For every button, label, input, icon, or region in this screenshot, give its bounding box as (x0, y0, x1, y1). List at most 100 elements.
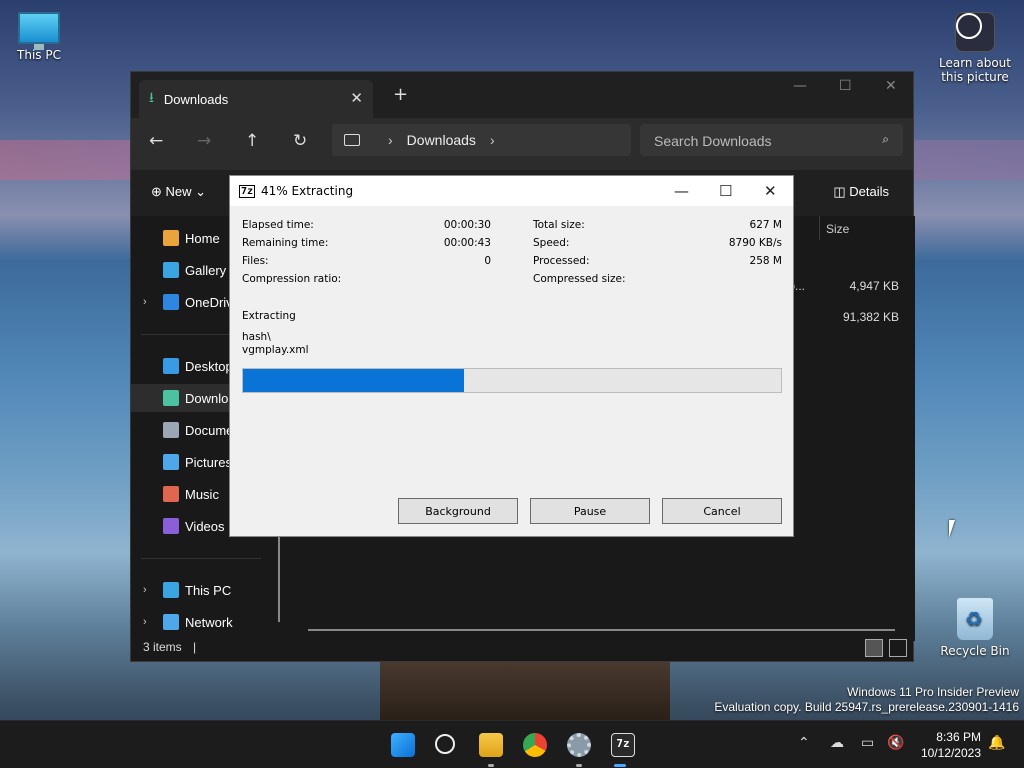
background-button[interactable]: Background (398, 498, 518, 524)
monitor-icon (18, 12, 60, 50)
tab-title: Downloads (163, 91, 229, 107)
processed-label: Processed: (533, 255, 590, 267)
pictures-icon (163, 454, 179, 470)
sidebar-divider (141, 558, 261, 559)
search-icon[interactable] (435, 734, 455, 754)
expand-chevron-icon[interactable]: › (143, 296, 147, 308)
operation-status: Extracting (242, 310, 296, 322)
files-value: 0 (484, 255, 491, 267)
search-input[interactable]: Search Downloads (640, 124, 903, 156)
clock-time: 8:36 PM (936, 730, 981, 744)
elapsed-time-label: Elapsed time: (242, 219, 314, 231)
new-button[interactable]: ⊕ New ⌄ (151, 184, 206, 200)
7zip-taskbar-icon[interactable]: 7z (611, 733, 635, 757)
computer-icon (344, 134, 360, 146)
onedrive-status-icon[interactable]: ☁ (830, 735, 844, 751)
network-icon (163, 614, 179, 630)
search-icon[interactable]: ⌕ (882, 132, 889, 147)
refresh-icon[interactable]: ↻ (293, 131, 307, 151)
compression-ratio-label: Compression ratio: (242, 273, 342, 285)
expand-chevron-icon[interactable]: › (143, 584, 147, 596)
forward-arrow-icon[interactable]: → (197, 131, 211, 151)
files-label: Files: (242, 255, 269, 267)
download-icon: ⭳ (149, 89, 154, 105)
tiles-view-icon[interactable] (889, 639, 907, 657)
minimize-icon[interactable]: — (793, 78, 807, 94)
current-file: vgmplay.xml (242, 344, 309, 356)
desktop-icon-label: Learn about this picture (939, 56, 1011, 84)
sidebar-item-label: Home (185, 230, 220, 246)
minimize-icon[interactable]: — (674, 182, 689, 200)
close-window-icon[interactable]: ✕ (885, 78, 897, 94)
sidebar-item-label: Videos (185, 518, 225, 534)
column-header-size[interactable]: Size (819, 216, 905, 240)
start-icon[interactable] (391, 733, 415, 757)
notification-bell-icon[interactable]: 🔔 (988, 735, 1005, 751)
home-icon (163, 230, 179, 246)
address-bar[interactable]: › Downloads › (332, 124, 631, 156)
navigation-bar: ← → ↑ ↻ › Downloads › Search Downloads ⌕ (131, 118, 913, 170)
gallery-icon (163, 262, 179, 278)
chrome-icon[interactable] (523, 733, 547, 757)
pause-button[interactable]: Pause (530, 498, 650, 524)
watermark-build: Evaluation copy. Build 25947.rs_prerelea… (714, 700, 1019, 714)
item-count: 3 items (143, 640, 182, 654)
close-icon[interactable]: ✕ (764, 182, 777, 200)
total-size-value: 627 M (749, 219, 782, 231)
maximize-icon[interactable]: ☐ (719, 182, 732, 200)
chevron-up-icon[interactable]: ⌃ (798, 735, 810, 751)
sidebar-item-label: Desktop (185, 358, 233, 374)
evaluation-watermark: Windows 11 Pro Insider Preview Evaluatio… (714, 685, 1019, 715)
speed-value: 8790 KB/s (728, 237, 782, 249)
chevron-right-icon[interactable]: › (490, 132, 495, 148)
remaining-time-value: 00:00:43 (443, 237, 491, 249)
chevron-right-icon[interactable]: › (388, 132, 393, 148)
sidebar-item-this-pc[interactable]: › This PC (131, 576, 281, 604)
view-buttons (865, 639, 907, 657)
file-explorer-icon[interactable] (479, 733, 503, 757)
music-icon (163, 486, 179, 502)
close-tab-icon[interactable]: ✕ (350, 89, 363, 107)
sidebar-item-label: Network (185, 614, 233, 630)
sidebar-item-label: Gallery (185, 262, 227, 278)
desktop-icon-label: Recycle Bin (940, 644, 1010, 658)
tab-bar: ⭳ Downloads ✕ + — ☐ ✕ (131, 72, 913, 118)
current-folder: hash\ (242, 331, 271, 343)
speed-label: Speed: (533, 237, 570, 249)
status-separator: | (193, 640, 197, 654)
recycle-bin-icon (957, 598, 993, 640)
status-bar: 3 items | (131, 631, 913, 661)
running-indicator (488, 764, 494, 767)
onedrive-icon (163, 294, 179, 310)
maximize-icon[interactable]: ☐ (839, 78, 852, 94)
file-size: 4,947 KB (849, 279, 899, 293)
dialog-titlebar: 7z 41% Extracting — ☐ ✕ (230, 176, 793, 206)
remaining-time-label: Remaining time: (242, 237, 329, 249)
progress-fill (243, 369, 464, 392)
watermark-edition: Windows 11 Pro Insider Preview (847, 685, 1019, 699)
clock-date: 10/12/2023 (920, 746, 981, 760)
cancel-button[interactable]: Cancel (662, 498, 782, 524)
new-tab-button[interactable]: + (393, 84, 408, 105)
system-clock[interactable]: 8:36 PM 10/12/2023 (921, 729, 981, 761)
up-arrow-icon[interactable]: ↑ (245, 131, 259, 151)
desktop-icon-this-pc[interactable]: This PC (1, 12, 77, 62)
file-size: 91,382 KB (842, 310, 899, 324)
details-button[interactable]: ◫ Details (833, 184, 889, 200)
back-arrow-icon[interactable]: ← (149, 131, 163, 151)
expand-chevron-icon[interactable]: › (143, 616, 147, 628)
breadcrumb-downloads[interactable]: Downloads (407, 132, 476, 148)
tab-downloads[interactable]: ⭳ Downloads ✕ (139, 80, 373, 118)
this-pc-icon (163, 582, 179, 598)
network-icon[interactable]: ▭ (861, 735, 874, 751)
sidebar-item-label: This PC (185, 582, 232, 598)
volume-muted-icon[interactable]: 🔇 (887, 735, 904, 751)
taskbar: 7z ⌃ ☁ ▭ 🔇 8:36 PM 10/12/2023 🔔 (0, 720, 1024, 768)
desktop-icon-recycle-bin[interactable]: Recycle Bin (937, 598, 1013, 658)
total-size-label: Total size: (533, 219, 585, 231)
settings-gear-icon[interactable] (567, 733, 591, 757)
details-view-icon[interactable] (865, 639, 883, 657)
extract-progress-dialog: 7z 41% Extracting — ☐ ✕ Elapsed time: 00… (229, 175, 794, 537)
desktop-icon-learn-about-picture[interactable]: Learn about this picture (937, 12, 1013, 84)
extract-progress-bar (242, 368, 782, 393)
